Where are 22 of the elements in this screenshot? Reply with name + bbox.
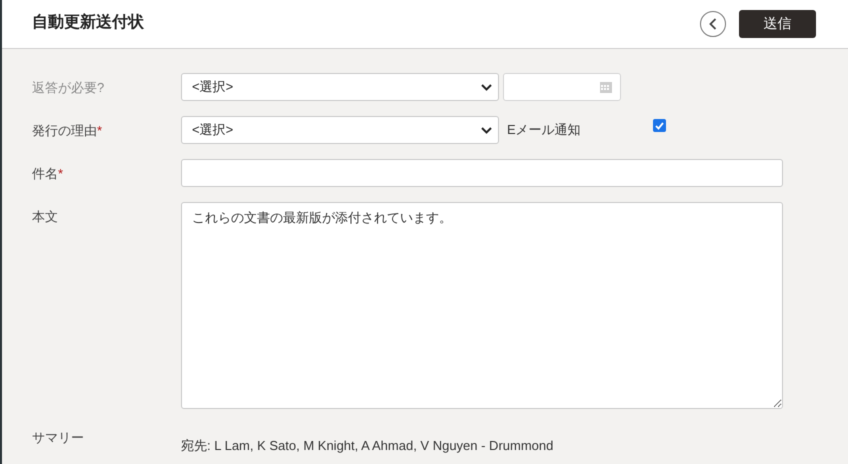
date-field[interactable] — [503, 73, 621, 101]
send-button[interactable]: 送信 — [739, 10, 816, 38]
checkbox-label: Eメール通知 — [507, 121, 582, 139]
select-field[interactable]: <選択> — [181, 116, 499, 144]
input-field[interactable] — [181, 159, 783, 187]
chevron-down-icon — [481, 126, 492, 134]
select-field[interactable]: <選択> — [181, 73, 499, 101]
required-mark: * — [97, 123, 102, 138]
text-area[interactable]: これらの文書の最新版が添付されています。 — [181, 202, 783, 409]
field-label: サマリー — [32, 430, 84, 445]
page-title: 自動更新送付状 — [32, 12, 145, 32]
chevron-down-icon — [481, 84, 492, 90]
chevron-left-icon — [709, 18, 717, 30]
summary-text: 宛先: L Lam, K Sato, M Knight, A Ahmad, V Nguyen - Drummond — [181, 437, 554, 455]
field-label: 本文 — [32, 209, 58, 224]
back-button[interactable] — [700, 11, 726, 37]
required-mark: * — [58, 166, 64, 181]
field-label: 発行の理由 — [32, 123, 97, 138]
calendar-icon — [600, 81, 612, 93]
field-label: 件名 — [32, 166, 58, 181]
field-label: 返答が必要? — [32, 80, 104, 95]
checkbox[interactable] — [653, 119, 666, 132]
